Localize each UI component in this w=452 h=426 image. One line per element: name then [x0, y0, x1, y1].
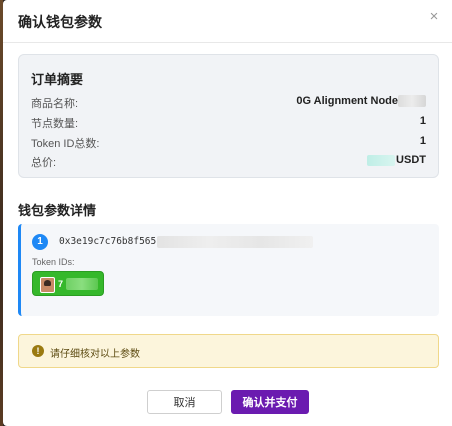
confirm-pay-button[interactable]: 确认并支付: [231, 390, 309, 414]
warning-icon: !: [32, 345, 44, 357]
close-icon[interactable]: ×: [426, 9, 442, 25]
order-summary-card: 订单摘要 商品名称: 0G Alignment Node 节点数量: 1 Tok…: [18, 54, 439, 178]
verification-warning: ! 请仔细核对以上参数: [18, 334, 439, 368]
redacted-price-amount: [367, 154, 396, 166]
dialog-header: 确认钱包参数 ×: [3, 0, 452, 43]
token-count-value: 1: [419, 135, 426, 147]
redacted-token-id: [66, 278, 98, 290]
total-price-value: USDT: [367, 154, 426, 166]
order-summary-title: 订单摘要: [31, 72, 84, 87]
product-name-label: 商品名称:: [31, 98, 79, 110]
avatar: [40, 277, 55, 293]
redacted-product-suffix: [398, 95, 426, 108]
summary-row-product: 商品名称: 0G Alignment Node: [31, 95, 426, 110]
currency-unit: USDT: [396, 154, 426, 166]
summary-row-total-price: 总价: USDT: [31, 154, 426, 169]
cancel-button[interactable]: 取消: [147, 390, 222, 414]
warning-text: 请仔细核对以上参数: [50, 349, 140, 360]
total-price-label: 总价:: [31, 157, 57, 169]
wallet-address: 0x3e19c7c76b8f565: [59, 236, 157, 247]
token-id-chip[interactable]: 7: [32, 271, 104, 296]
product-name-value: 0G Alignment Node: [296, 95, 426, 108]
confirm-wallet-dialog: 确认钱包参数 × 订单摘要 商品名称: 0G Alignment Node 节点…: [3, 0, 452, 426]
product-name-text: 0G Alignment Node: [296, 95, 398, 107]
node-count-value: 1: [419, 115, 426, 127]
token-ids-label: Token IDs:: [32, 257, 75, 267]
summary-row-token-count: Token ID总数: 1: [31, 135, 426, 150]
summary-row-node-count: 节点数量: 1: [31, 115, 426, 130]
token-id-prefix: 7: [58, 279, 64, 289]
token-count-label: Token ID总数:: [31, 138, 100, 150]
wallet-entry-card: 1 0x3e19c7c76b8f565 Token IDs: 7: [18, 224, 439, 316]
node-count-label: 节点数量:: [31, 118, 79, 130]
redacted-address-remainder: [157, 236, 313, 248]
wallet-details-title: 钱包参数详情: [18, 203, 97, 218]
wallet-index-badge: 1: [32, 234, 48, 250]
dialog-title: 确认钱包参数: [18, 14, 102, 30]
